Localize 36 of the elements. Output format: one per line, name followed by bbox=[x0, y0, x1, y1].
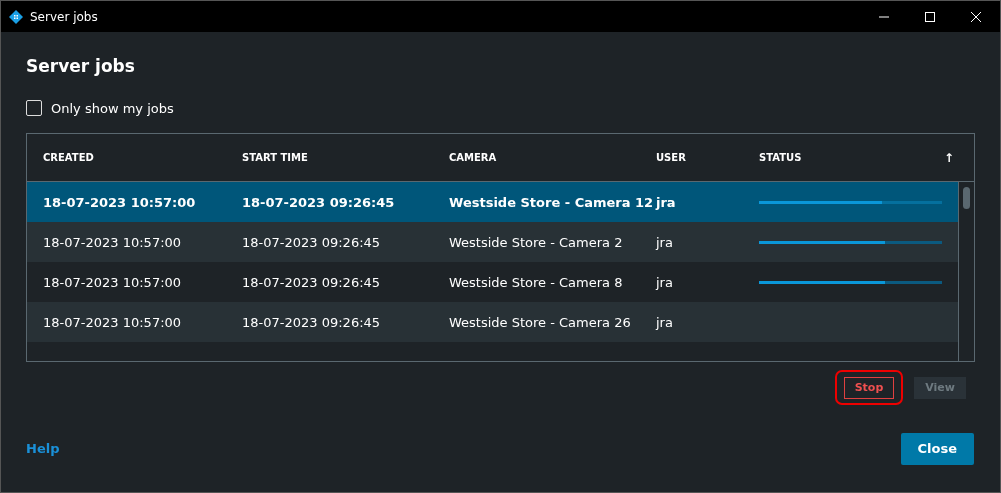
column-header[interactable]: START TIME bbox=[242, 152, 449, 163]
table-cell-text: jra bbox=[656, 194, 677, 210]
table-cell-text: 18-07-2023 09:26:45 bbox=[242, 274, 382, 290]
column-header[interactable]: CREATED bbox=[27, 152, 242, 163]
table-cell-text: 18-07-2023 10:57:00 bbox=[42, 194, 197, 210]
table-cell-text: 18-07-2023 09:26:45 bbox=[242, 314, 382, 330]
checkbox-label[interactable]: Only show my jobs bbox=[51, 100, 174, 116]
table-cell-text: jra bbox=[656, 314, 674, 330]
maximize-icon[interactable] bbox=[924, 10, 936, 23]
column-header[interactable]: USER bbox=[656, 152, 759, 163]
app-icon bbox=[9, 9, 23, 24]
column-header[interactable]: STATUS bbox=[759, 152, 944, 163]
close-icon[interactable] bbox=[970, 10, 982, 23]
table-cell-text: Westside Store - Camera 12 bbox=[449, 194, 655, 210]
checkbox[interactable] bbox=[26, 100, 42, 116]
close-button[interactable]: Close bbox=[900, 432, 974, 465]
table-row[interactable]: 18-07-2023 10:57:00 18-07-2023 09:26:45 Westside Store - Camera 2 jra bbox=[27, 222, 958, 262]
table-cell-text: Westside Store - Camera 8 bbox=[449, 274, 624, 290]
table-cell-text: 18-07-2023 10:57:00 bbox=[42, 274, 183, 290]
help-link[interactable]: Help bbox=[26, 441, 60, 456]
dialog-heading: Server jobs bbox=[26, 56, 136, 78]
table-cell-text: jra bbox=[656, 234, 674, 250]
column-header[interactable]: CAMERA bbox=[449, 152, 656, 163]
scrollbar-thumb[interactable] bbox=[963, 187, 970, 209]
table-row[interactable]: 18-07-2023 10:57:00 18-07-2023 09:26:45 Westside Store - Camera 26 jra bbox=[27, 302, 958, 342]
table-cell-text: Westside Store - Camera 2 bbox=[449, 234, 624, 250]
table-cell-text: jra bbox=[656, 274, 674, 290]
action-button[interactable]: Stop bbox=[843, 376, 895, 399]
table-cell-text: 18-07-2023 09:26:45 bbox=[242, 234, 382, 250]
window-title: Server jobs bbox=[30, 9, 98, 24]
sort-arrow[interactable]: ↑ bbox=[944, 150, 955, 165]
table-cell-text: 18-07-2023 10:57:00 bbox=[42, 234, 183, 250]
table-row[interactable]: 18-07-2023 10:57:00 18-07-2023 09:26:45 Westside Store - Camera 12 jra bbox=[27, 182, 958, 222]
table-cell-text: Westside Store - Camera 26 bbox=[449, 314, 632, 330]
table-cell-text: 18-07-2023 09:26:45 bbox=[242, 194, 396, 210]
table-cell-text: 18-07-2023 10:57:00 bbox=[42, 314, 183, 330]
